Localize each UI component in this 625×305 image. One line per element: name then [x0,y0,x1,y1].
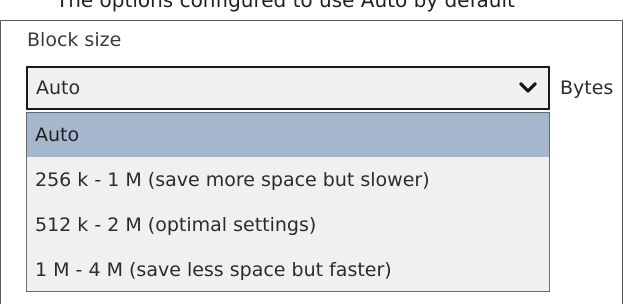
dropdown-option-auto[interactable]: Auto [27,113,549,157]
block-size-selected-value: Auto [36,77,81,99]
clipped-header-text: The options configured to use Auto by de… [0,0,625,20]
block-size-dropdown-list: Auto 256 k - 1 M (save more space but sl… [26,112,550,292]
dropdown-option-256k-1m[interactable]: 256 k - 1 M (save more space but slower) [27,158,549,202]
dropdown-option-512k-2m[interactable]: 512 k - 2 M (optimal settings) [27,203,549,247]
dropdown-option-1m-4m[interactable]: 1 M - 4 M (save less space but faster) [27,248,549,292]
chevron-down-icon[interactable] [518,78,538,98]
unit-label: Bytes [560,77,614,99]
clipped-header-label: The options configured to use Auto by de… [56,0,515,12]
block-size-label: Block size [27,29,122,51]
block-size-select[interactable]: Auto [26,66,550,110]
